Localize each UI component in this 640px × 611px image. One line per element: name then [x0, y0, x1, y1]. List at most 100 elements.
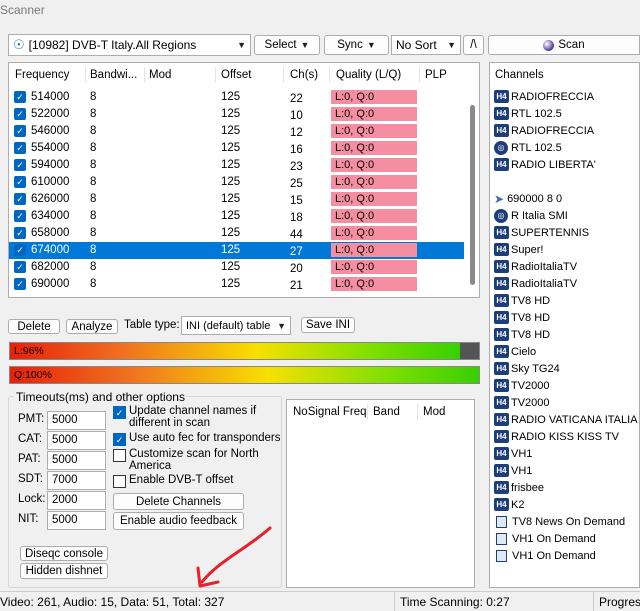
row-checkbox[interactable]: ✓: [14, 261, 26, 273]
nosignal-table[interactable]: NoSignal Freq Band Mod: [286, 399, 475, 588]
header-quality[interactable]: Quality (L/Q): [336, 69, 401, 81]
channel-item[interactable]: H4 RADIO KISS KISS TV: [494, 428, 619, 445]
channel-item[interactable]: H4 RADIOFRECCIA: [494, 88, 594, 105]
channel-item[interactable]: H4 TV2000: [494, 377, 550, 394]
table-row[interactable]: ✓ 514000 8 125 22 L:0, Q:0: [9, 89, 464, 106]
table-row[interactable]: ✓ 610000 8 125 25 L:0, Q:0: [9, 174, 464, 191]
row-checkbox[interactable]: ✓: [14, 159, 26, 171]
timeout-input[interactable]: 2000: [47, 491, 106, 510]
channel-item[interactable]: H4 VH1: [494, 445, 532, 462]
channel-item[interactable]: ◎ R Italia SMI: [494, 207, 568, 224]
cell-offset: 125: [221, 227, 241, 239]
channel-item[interactable]: H4 RADIOFRECCIA: [494, 122, 594, 139]
header-frequency[interactable]: Frequency: [15, 69, 69, 81]
row-checkbox[interactable]: ✓: [14, 108, 26, 120]
channel-item[interactable]: H4 TV8 HD: [494, 326, 550, 343]
analyze-button[interactable]: Analyze: [66, 319, 118, 334]
sync-button[interactable]: Sync ▼: [324, 35, 389, 55]
transponder-table[interactable]: Frequency Bandwi... Mod Offset Ch(s) Qua…: [8, 62, 480, 298]
header-offset[interactable]: Offset: [221, 69, 251, 81]
diseqc-console-button[interactable]: Diseqc console: [20, 546, 108, 561]
timeout-input[interactable]: 5000: [47, 451, 106, 470]
option-checkbox[interactable]: Customize scan for North America: [113, 448, 283, 472]
timeout-input[interactable]: 5000: [47, 431, 106, 450]
channel-item[interactable]: H4 RTL 102.5: [494, 105, 562, 122]
channel-item[interactable]: H4 Cielo: [494, 343, 536, 360]
channel-item[interactable]: H4 frisbee: [494, 479, 544, 496]
table-row[interactable]: ✓ 682000 8 125 20 L:0, Q:0: [9, 259, 464, 276]
channel-item[interactable]: H4 TV8 HD: [494, 309, 550, 326]
row-checkbox[interactable]: ✓: [14, 142, 26, 154]
timeout-input[interactable]: 7000: [47, 471, 106, 490]
select-button[interactable]: Select ▼: [254, 35, 320, 55]
row-checkbox[interactable]: ✓: [14, 244, 26, 256]
checkbox-icon[interactable]: [113, 449, 126, 462]
header-chs[interactable]: Ch(s): [290, 69, 318, 81]
scrollbar-thumb[interactable]: [470, 105, 475, 285]
table-row[interactable]: ✓ 626000 8 125 15 L:0, Q:0: [9, 191, 464, 208]
channel-item[interactable]: H4 Super!: [494, 241, 543, 258]
channel-item[interactable]: VH1 On Demand: [494, 547, 596, 564]
header-plp[interactable]: PLP: [425, 69, 447, 81]
table-row[interactable]: ✓ 546000 8 125 12 L:0, Q:0: [9, 123, 464, 140]
channel-item[interactable]: H4 RadioItaliaTV: [494, 258, 577, 275]
channel-item[interactable]: H4 SUPERTENNIS: [494, 224, 589, 241]
table-row[interactable]: ✓ 690000 8 125 21 L:0, Q:0: [9, 276, 464, 293]
table-row[interactable]: ✓ 674000 8 125 27 L:0, Q:0: [9, 242, 464, 259]
channel-item[interactable]: ➤ 690000 8 0: [494, 190, 562, 207]
timeout-input[interactable]: 5000: [47, 411, 106, 430]
timeout-input[interactable]: 5000: [47, 511, 106, 530]
sort-dropdown[interactable]: No Sort ▼: [391, 35, 461, 55]
header-band[interactable]: Band: [373, 406, 400, 418]
table-type-dropdown[interactable]: INI (default) table ▼: [181, 316, 291, 335]
channel-item[interactable]: VH1 On Demand: [494, 530, 596, 547]
delete-button[interactable]: Delete: [8, 319, 60, 334]
channel-item[interactable]: H4 VH1: [494, 462, 532, 479]
channel-item[interactable]: ◎ RTL 102.5: [494, 139, 562, 156]
channel-item[interactable]: H4 RadioItaliaTV: [494, 275, 577, 292]
header-nosignal-freq[interactable]: NoSignal Freq: [293, 406, 367, 418]
channel-item[interactable]: H4 Sky TG24: [494, 360, 560, 377]
cell-quality: L:0, Q:0: [331, 192, 417, 206]
row-checkbox[interactable]: ✓: [14, 125, 26, 137]
scan-button[interactable]: Scan: [488, 35, 640, 55]
row-checkbox[interactable]: ✓: [14, 278, 26, 290]
channel-name: R Italia SMI: [511, 209, 568, 222]
timeout-label: PMT:: [18, 413, 45, 425]
checkbox-icon[interactable]: [113, 475, 126, 488]
header-bandwidth[interactable]: Bandwi...: [90, 69, 137, 81]
header-mod[interactable]: Mod: [423, 406, 445, 418]
row-checkbox[interactable]: ✓: [14, 176, 26, 188]
table-row[interactable]: ✓ 594000 8 125 23 L:0, Q:0: [9, 157, 464, 174]
channels-panel[interactable]: Channels H4 RADIOFRECCIA H4 RTL 102.5 H4 RADI…: [489, 62, 640, 588]
row-checkbox[interactable]: ✓: [14, 210, 26, 222]
level-meter-fill: [10, 343, 461, 359]
save-ini-button[interactable]: Save INI: [301, 317, 355, 333]
channel-item[interactable]: H4 RADIO LIBERTA': [494, 156, 596, 173]
header-mod[interactable]: Mod: [149, 69, 171, 81]
option-checkbox[interactable]: ✓ Update channel names if different in sc…: [113, 405, 283, 429]
delete-channels-button[interactable]: Delete Channels: [113, 493, 244, 510]
hidden-dishnet-button[interactable]: Hidden dishnet: [20, 563, 108, 579]
table-row[interactable]: ✓ 658000 8 125 44 L:0, Q:0: [9, 225, 464, 242]
option-checkbox[interactable]: ✓ Use auto fec for transponders: [113, 432, 283, 446]
channel-item[interactable]: TV8 News On Demand: [494, 513, 625, 530]
channel-item[interactable]: H4 TV2000: [494, 394, 550, 411]
reverse-sort-button[interactable]: /\: [463, 35, 484, 55]
checkbox-icon[interactable]: ✓: [113, 433, 126, 446]
row-checkbox[interactable]: ✓: [14, 193, 26, 205]
transponder-list-dropdown[interactable]: ☉ [10982] DVB-T Italy.All Regions ▼: [8, 34, 251, 56]
table-row[interactable]: ✓ 522000 8 125 10 L:0, Q:0: [9, 106, 464, 123]
channel-item[interactable]: H4 RADIO VATICANA ITALIA: [494, 411, 638, 428]
row-checkbox[interactable]: ✓: [14, 227, 26, 239]
channel-item[interactable]: H4 TV8 HD: [494, 292, 550, 309]
checkbox-icon[interactable]: ✓: [113, 406, 126, 419]
option-checkbox[interactable]: Enable DVB-T offset: [113, 474, 283, 488]
row-checkbox[interactable]: ✓: [14, 91, 26, 103]
h4-icon: H4: [494, 158, 509, 171]
table-row[interactable]: ✓ 634000 8 125 18 L:0, Q:0: [9, 208, 464, 225]
table-row[interactable]: ✓ 554000 8 125 16 L:0, Q:0: [9, 140, 464, 157]
table-scrollbar[interactable]: [468, 85, 479, 297]
channel-item[interactable]: [494, 173, 509, 190]
channel-item[interactable]: H4 K2: [494, 496, 524, 513]
